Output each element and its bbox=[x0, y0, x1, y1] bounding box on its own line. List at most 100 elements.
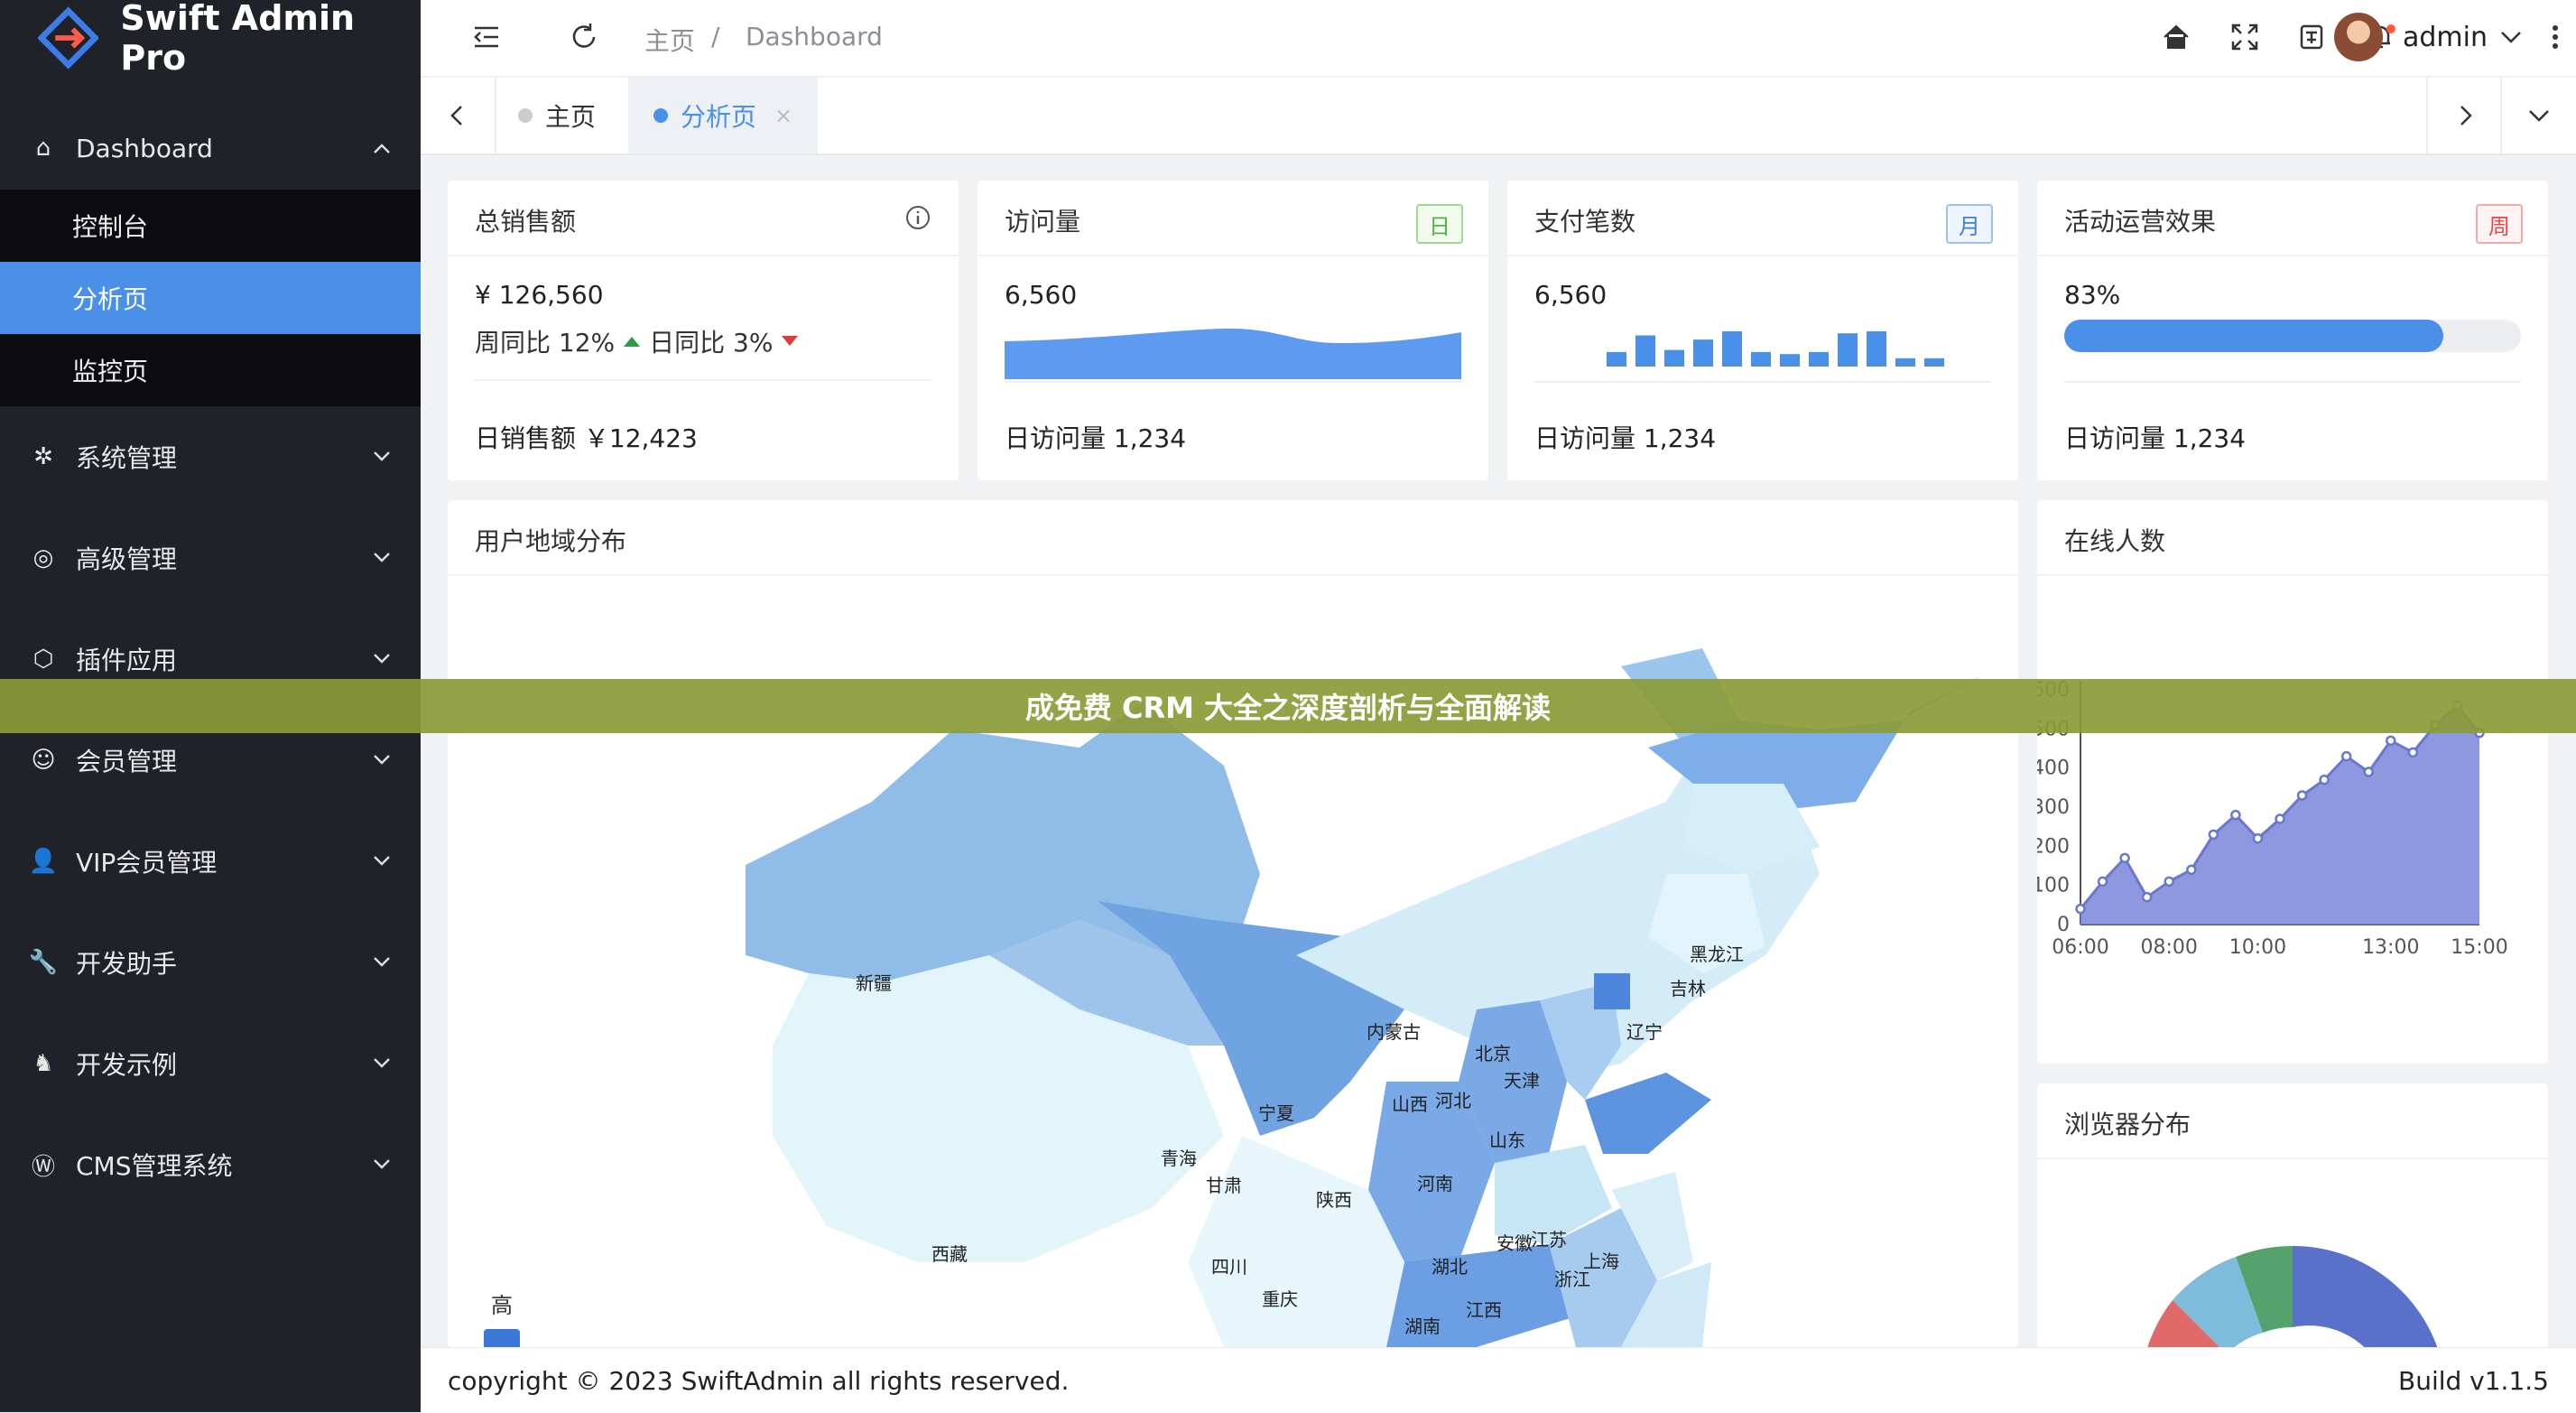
fullscreen-icon[interactable] bbox=[2229, 22, 2260, 52]
page-footer: copyright © 2023 SwiftAdmin all rights r… bbox=[421, 1347, 2576, 1413]
data-point[interactable] bbox=[2296, 790, 2308, 801]
province-label: 四川 bbox=[1211, 1256, 1247, 1278]
card-user-region: 用户地域分布 新疆 西藏 青海 甘肃 宁夏 内蒙古 黑龙江 吉林 辽宁 北京 天… bbox=[448, 500, 2018, 1347]
chevron-left-icon bbox=[450, 106, 462, 125]
divider bbox=[978, 255, 1488, 256]
data-point[interactable] bbox=[2208, 829, 2219, 841]
data-point[interactable] bbox=[2252, 832, 2264, 844]
sidebar-item-system[interactable]: ✲ 系统管理 bbox=[0, 406, 421, 507]
tab-analysis[interactable]: 分析页 × bbox=[628, 78, 818, 153]
tab-scroll-left[interactable] bbox=[421, 78, 496, 153]
data-point[interactable] bbox=[2386, 735, 2396, 747]
y-tick-label: 0 bbox=[2057, 914, 2070, 936]
refresh-icon[interactable] bbox=[569, 22, 599, 52]
tab-status-dot bbox=[653, 108, 668, 123]
username[interactable]: admin bbox=[2403, 22, 2488, 53]
x-tick-label: 15:00 bbox=[2451, 936, 2507, 959]
province-label: 河南 bbox=[1417, 1173, 1453, 1195]
data-point[interactable] bbox=[2319, 774, 2330, 786]
home-icon[interactable] bbox=[2161, 22, 2191, 52]
breadcrumb-home[interactable]: 主页 bbox=[644, 22, 695, 58]
breadcrumb-separator: / bbox=[711, 22, 720, 51]
data-point[interactable] bbox=[2275, 813, 2285, 824]
data-point[interactable] bbox=[2186, 864, 2197, 876]
province-label: 青海 bbox=[1161, 1148, 1197, 1169]
data-point[interactable] bbox=[2164, 876, 2174, 888]
sidebar-sub-analysis[interactable]: 分析页 bbox=[0, 262, 421, 334]
visits-sparkline bbox=[1005, 328, 1461, 379]
tab-scroll-right[interactable] bbox=[2426, 78, 2502, 153]
y-tick-label: 200 bbox=[2037, 835, 2070, 858]
card-online-users: 在线人数 010020030040050060006:0008:0010:001… bbox=[2037, 500, 2548, 1064]
province-label: 安徽 bbox=[1496, 1232, 1533, 1254]
donut-slice[interactable] bbox=[2293, 1245, 2440, 1354]
tab-menu[interactable] bbox=[2500, 78, 2576, 153]
sidebar-item-dashboard[interactable]: ⌂ Dashboard bbox=[0, 76, 421, 220]
chevron-down-icon bbox=[2529, 110, 2549, 122]
province-label: 山西 bbox=[1392, 1093, 1428, 1115]
x-tick-label: 08:00 bbox=[2141, 936, 2198, 959]
data-point[interactable] bbox=[2230, 809, 2241, 821]
card-visits: 访问量 日 6,560 日访问量 1,234 bbox=[978, 181, 1488, 480]
data-point[interactable] bbox=[2407, 747, 2419, 758]
sidebar-item-advanced[interactable]: ◎ 高级管理 bbox=[0, 507, 421, 609]
payment-bar bbox=[1809, 351, 1829, 367]
more-vertical-icon[interactable] bbox=[2540, 22, 2571, 52]
chevron-down-icon bbox=[374, 654, 390, 664]
province-label: 新疆 bbox=[856, 972, 892, 994]
payments-bar-chart bbox=[1607, 330, 1944, 367]
x-tick-label: 06:00 bbox=[2052, 936, 2108, 959]
province-label: 山东 bbox=[1489, 1129, 1525, 1151]
divider bbox=[2037, 574, 2548, 576]
period-tag-month: 月 bbox=[1946, 204, 1993, 244]
sidebar-item-dev-examples[interactable]: ♞ 开发示例 bbox=[0, 1013, 421, 1114]
sidebar-item-cms[interactable]: Ⓦ CMS管理系统 bbox=[0, 1114, 421, 1215]
province-label: 浙江 bbox=[1554, 1269, 1590, 1290]
payment-bar bbox=[1751, 351, 1771, 367]
legend-color-high[interactable] bbox=[484, 1329, 520, 1347]
data-point[interactable] bbox=[2141, 891, 2153, 903]
sidebar-item-label: 高级管理 bbox=[76, 544, 178, 574]
tab-label: 分析页 bbox=[680, 102, 756, 132]
user-menu[interactable]: admin bbox=[2334, 13, 2524, 61]
payment-bar bbox=[1607, 351, 1626, 367]
sidebar-item-label: 开发助手 bbox=[76, 949, 178, 979]
sidebar-sub-monitor[interactable]: 监控页 bbox=[0, 334, 421, 406]
data-point[interactable] bbox=[2119, 852, 2130, 864]
data-point[interactable] bbox=[2075, 903, 2086, 915]
card-operations: 活动运营效果 周 83% 日访问量 1,234 bbox=[2037, 181, 2548, 480]
data-point[interactable] bbox=[2363, 767, 2374, 777]
province-label: 辽宁 bbox=[1626, 1021, 1663, 1043]
data-point[interactable] bbox=[2097, 876, 2108, 888]
visits-value: 6,560 bbox=[1005, 280, 1078, 310]
tab-home[interactable]: 主页 bbox=[518, 78, 596, 153]
payment-bar bbox=[1838, 333, 1858, 367]
chevron-down-icon bbox=[374, 755, 390, 765]
translate-icon[interactable] bbox=[2296, 22, 2327, 52]
card-title: 用户地域分布 bbox=[475, 526, 627, 556]
sidebar-item-vip[interactable]: 👤 VIP会员管理 bbox=[0, 811, 421, 912]
browser-donut-chart[interactable] bbox=[2037, 1083, 2548, 1354]
target-icon: ◎ bbox=[32, 544, 54, 572]
avatar[interactable] bbox=[2334, 13, 2383, 61]
sidebar-item-label: 插件应用 bbox=[76, 646, 178, 675]
tab-status-dot bbox=[518, 108, 533, 123]
chevron-down-icon bbox=[2501, 32, 2521, 43]
daily-visits: 日访问量 1,234 bbox=[1005, 423, 1187, 453]
info-icon[interactable] bbox=[904, 204, 931, 231]
sidebar-item-label: 开发示例 bbox=[76, 1050, 178, 1080]
cube-icon: ⬡ bbox=[32, 646, 54, 673]
province-label: 内蒙古 bbox=[1367, 1021, 1421, 1043]
data-point[interactable] bbox=[2340, 750, 2352, 762]
overlay-banner: 成免费 CRM 大全之深度剖析与全面解读 bbox=[0, 679, 2576, 733]
menu-fold-icon[interactable] bbox=[471, 22, 502, 52]
tab-bar: 主页 分析页 × bbox=[421, 78, 2576, 155]
close-icon[interactable]: × bbox=[774, 103, 792, 128]
sidebar-item-dev-helper[interactable]: 🔧 开发助手 bbox=[0, 912, 421, 1013]
province-label: 江西 bbox=[1466, 1299, 1502, 1321]
province-label: 宁夏 bbox=[1258, 1102, 1294, 1124]
build-version: Build v1.1.5 bbox=[2397, 1366, 2549, 1396]
province-label: 江苏 bbox=[1531, 1229, 1567, 1250]
card-title: 访问量 bbox=[1005, 207, 1081, 237]
province-label: 吉林 bbox=[1670, 978, 1706, 999]
